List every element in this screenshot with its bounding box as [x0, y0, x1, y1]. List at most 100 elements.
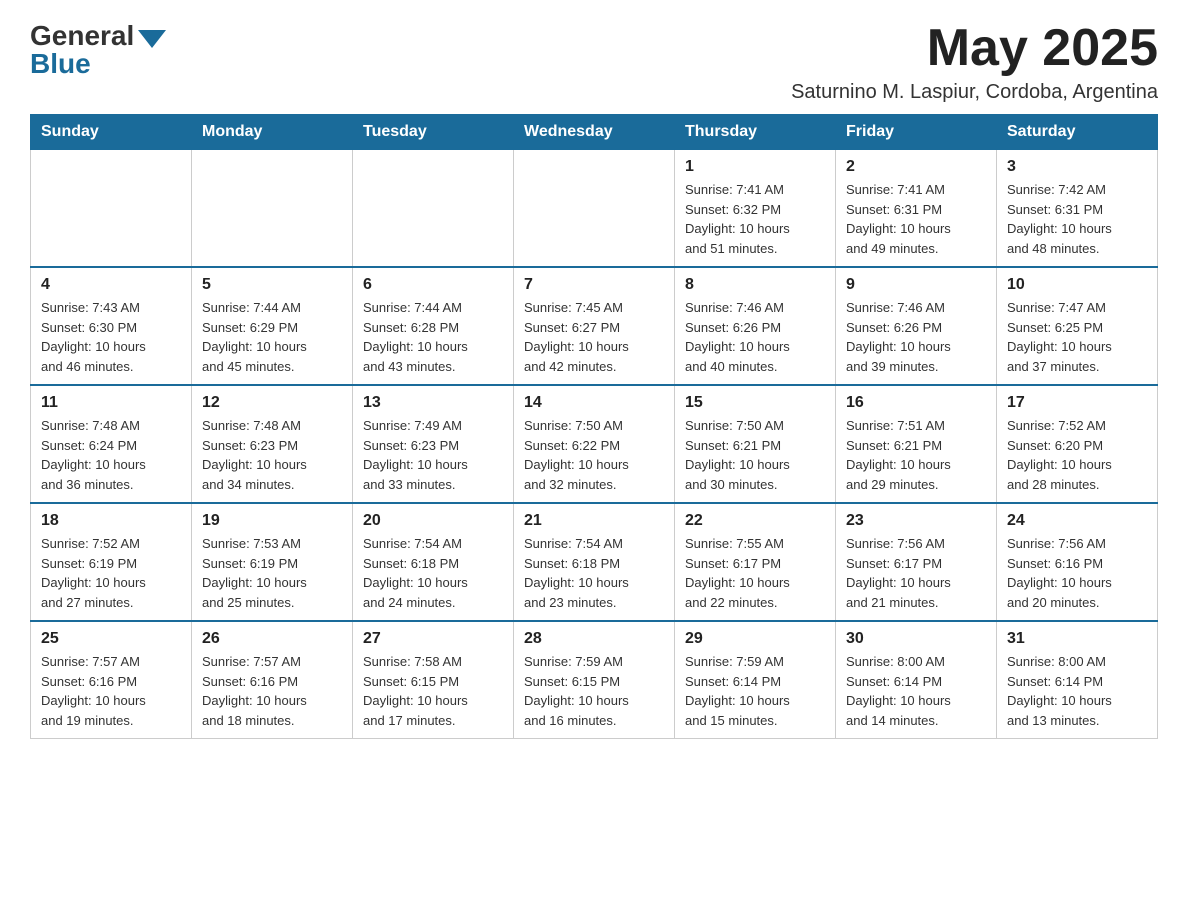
- day-number: 30: [846, 630, 986, 648]
- calendar-cell: 11 Sunrise: 7:48 AMSunset: 6:24 PMDayligh…: [31, 385, 192, 503]
- day-number: 24: [1007, 512, 1147, 530]
- calendar-week-3: 11 Sunrise: 7:48 AMSunset: 6:24 PMDayligh…: [31, 385, 1158, 503]
- calendar-cell: 5Sunrise: 7:44 AMSunset: 6:29 PMDaylight…: [192, 267, 353, 385]
- day-number: 29: [685, 630, 825, 648]
- day-number: 1: [685, 158, 825, 176]
- day-number: 12: [202, 394, 342, 412]
- column-header-sunday: Sunday: [31, 115, 192, 150]
- day-number: 7: [524, 276, 664, 294]
- calendar-cell: 22 Sunrise: 7:55 AMSunset: 6:17 PMDayligh…: [675, 503, 836, 621]
- day-number: 18: [41, 512, 181, 530]
- calendar-cell: 2 Sunrise: 7:41 AMSunset: 6:31 PMDaylight…: [836, 150, 997, 268]
- day-number: 2: [846, 158, 986, 176]
- day-info: Sunrise: 7:45 AMSunset: 6:27 PMDaylight:…: [524, 298, 664, 376]
- day-info: Sunrise: 7:52 AMSunset: 6:20 PMDaylight:…: [1007, 416, 1147, 494]
- day-info: Sunrise: 7:59 AMSunset: 6:15 PMDaylight:…: [524, 652, 664, 730]
- day-number: 26: [202, 630, 342, 648]
- calendar-cell: 15Sunrise: 7:50 AMSunset: 6:21 PMDayligh…: [675, 385, 836, 503]
- day-info: Sunrise: 7:46 AMSunset: 6:26 PMDaylight:…: [846, 298, 986, 376]
- calendar-cell: 13 Sunrise: 7:49 AMSunset: 6:23 PMDayligh…: [353, 385, 514, 503]
- day-info: Sunrise: 7:59 AMSunset: 6:14 PMDaylight:…: [685, 652, 825, 730]
- calendar-cell: 24 Sunrise: 7:56 AMSunset: 6:16 PMDayligh…: [997, 503, 1158, 621]
- day-number: 23: [846, 512, 986, 530]
- day-info: Sunrise: 7:48 AMSunset: 6:24 PMDaylight:…: [41, 416, 181, 494]
- day-number: 8: [685, 276, 825, 294]
- calendar-cell: 25 Sunrise: 7:57 AMSunset: 6:16 PMDayligh…: [31, 621, 192, 739]
- calendar-cell: 28Sunrise: 7:59 AMSunset: 6:15 PMDayligh…: [514, 621, 675, 739]
- day-number: 13: [363, 394, 503, 412]
- column-header-thursday: Thursday: [675, 115, 836, 150]
- column-header-tuesday: Tuesday: [353, 115, 514, 150]
- day-info: Sunrise: 7:55 AMSunset: 6:17 PMDaylight:…: [685, 534, 825, 612]
- day-number: 4: [41, 276, 181, 294]
- column-header-saturday: Saturday: [997, 115, 1158, 150]
- day-number: 11: [41, 394, 181, 412]
- calendar-cell: 4 Sunrise: 7:43 AMSunset: 6:30 PMDaylight…: [31, 267, 192, 385]
- day-info: Sunrise: 7:47 AMSunset: 6:25 PMDaylight:…: [1007, 298, 1147, 376]
- calendar-cell: [353, 150, 514, 268]
- column-header-wednesday: Wednesday: [514, 115, 675, 150]
- day-info: Sunrise: 7:49 AMSunset: 6:23 PMDaylight:…: [363, 416, 503, 494]
- day-info: Sunrise: 7:56 AMSunset: 6:16 PMDaylight:…: [1007, 534, 1147, 612]
- month-year-title: May 2025: [791, 20, 1158, 77]
- day-info: Sunrise: 7:50 AMSunset: 6:22 PMDaylight:…: [524, 416, 664, 494]
- calendar-header-row: SundayMondayTuesdayWednesdayThursdayFrid…: [31, 115, 1158, 150]
- calendar-cell: 16Sunrise: 7:51 AMSunset: 6:21 PMDayligh…: [836, 385, 997, 503]
- calendar-cell: 9 Sunrise: 7:46 AMSunset: 6:26 PMDaylight…: [836, 267, 997, 385]
- logo-blue-text: Blue: [30, 48, 91, 80]
- day-number: 3: [1007, 158, 1147, 176]
- calendar-cell: 29 Sunrise: 7:59 AMSunset: 6:14 PMDayligh…: [675, 621, 836, 739]
- calendar-cell: 27 Sunrise: 7:58 AMSunset: 6:15 PMDayligh…: [353, 621, 514, 739]
- day-info: Sunrise: 7:54 AMSunset: 6:18 PMDaylight:…: [363, 534, 503, 612]
- column-header-monday: Monday: [192, 115, 353, 150]
- day-number: 9: [846, 276, 986, 294]
- calendar-cell: 6Sunrise: 7:44 AMSunset: 6:28 PMDaylight…: [353, 267, 514, 385]
- day-info: Sunrise: 7:52 AMSunset: 6:19 PMDaylight:…: [41, 534, 181, 612]
- day-info: Sunrise: 7:57 AMSunset: 6:16 PMDaylight:…: [202, 652, 342, 730]
- calendar-cell: 7 Sunrise: 7:45 AMSunset: 6:27 PMDaylight…: [514, 267, 675, 385]
- calendar-week-4: 18 Sunrise: 7:52 AMSunset: 6:19 PMDayligh…: [31, 503, 1158, 621]
- logo-arrow-icon: [138, 30, 166, 48]
- day-number: 20: [363, 512, 503, 530]
- calendar-cell: 17 Sunrise: 7:52 AMSunset: 6:20 PMDayligh…: [997, 385, 1158, 503]
- calendar-week-1: 1 Sunrise: 7:41 AMSunset: 6:32 PMDaylight…: [31, 150, 1158, 268]
- calendar-cell: 31Sunrise: 8:00 AMSunset: 6:14 PMDayligh…: [997, 621, 1158, 739]
- day-info: Sunrise: 7:57 AMSunset: 6:16 PMDaylight:…: [41, 652, 181, 730]
- day-info: Sunrise: 7:43 AMSunset: 6:30 PMDaylight:…: [41, 298, 181, 376]
- day-number: 19: [202, 512, 342, 530]
- day-number: 17: [1007, 394, 1147, 412]
- calendar-cell: 18 Sunrise: 7:52 AMSunset: 6:19 PMDayligh…: [31, 503, 192, 621]
- calendar-cell: 19 Sunrise: 7:53 AMSunset: 6:19 PMDayligh…: [192, 503, 353, 621]
- calendar-week-5: 25 Sunrise: 7:57 AMSunset: 6:16 PMDayligh…: [31, 621, 1158, 739]
- calendar-cell: 30Sunrise: 8:00 AMSunset: 6:14 PMDayligh…: [836, 621, 997, 739]
- day-info: Sunrise: 7:58 AMSunset: 6:15 PMDaylight:…: [363, 652, 503, 730]
- day-info: Sunrise: 8:00 AMSunset: 6:14 PMDaylight:…: [1007, 652, 1147, 730]
- calendar-table: SundayMondayTuesdayWednesdayThursdayFrid…: [30, 114, 1158, 739]
- calendar-cell: 8 Sunrise: 7:46 AMSunset: 6:26 PMDaylight…: [675, 267, 836, 385]
- calendar-cell: 20 Sunrise: 7:54 AMSunset: 6:18 PMDayligh…: [353, 503, 514, 621]
- day-info: Sunrise: 7:46 AMSunset: 6:26 PMDaylight:…: [685, 298, 825, 376]
- day-number: 27: [363, 630, 503, 648]
- calendar-cell: [514, 150, 675, 268]
- location-subtitle: Saturnino M. Laspiur, Cordoba, Argentina: [791, 81, 1158, 104]
- day-info: Sunrise: 7:41 AMSunset: 6:31 PMDaylight:…: [846, 180, 986, 258]
- day-info: Sunrise: 7:48 AMSunset: 6:23 PMDaylight:…: [202, 416, 342, 494]
- day-number: 21: [524, 512, 664, 530]
- day-number: 14: [524, 394, 664, 412]
- calendar-cell: 12 Sunrise: 7:48 AMSunset: 6:23 PMDayligh…: [192, 385, 353, 503]
- day-info: Sunrise: 7:44 AMSunset: 6:29 PMDaylight:…: [202, 298, 342, 376]
- calendar-cell: 21Sunrise: 7:54 AMSunset: 6:18 PMDayligh…: [514, 503, 675, 621]
- calendar-cell: 14 Sunrise: 7:50 AMSunset: 6:22 PMDayligh…: [514, 385, 675, 503]
- calendar-cell: 23Sunrise: 7:56 AMSunset: 6:17 PMDayligh…: [836, 503, 997, 621]
- column-header-friday: Friday: [836, 115, 997, 150]
- day-info: Sunrise: 7:50 AMSunset: 6:21 PMDaylight:…: [685, 416, 825, 494]
- day-info: Sunrise: 7:41 AMSunset: 6:32 PMDaylight:…: [685, 180, 825, 258]
- day-number: 25: [41, 630, 181, 648]
- day-number: 10: [1007, 276, 1147, 294]
- day-number: 22: [685, 512, 825, 530]
- calendar-cell: 26 Sunrise: 7:57 AMSunset: 6:16 PMDayligh…: [192, 621, 353, 739]
- day-info: Sunrise: 7:53 AMSunset: 6:19 PMDaylight:…: [202, 534, 342, 612]
- logo: General Blue: [30, 20, 166, 80]
- day-info: Sunrise: 7:44 AMSunset: 6:28 PMDaylight:…: [363, 298, 503, 376]
- calendar-cell: [31, 150, 192, 268]
